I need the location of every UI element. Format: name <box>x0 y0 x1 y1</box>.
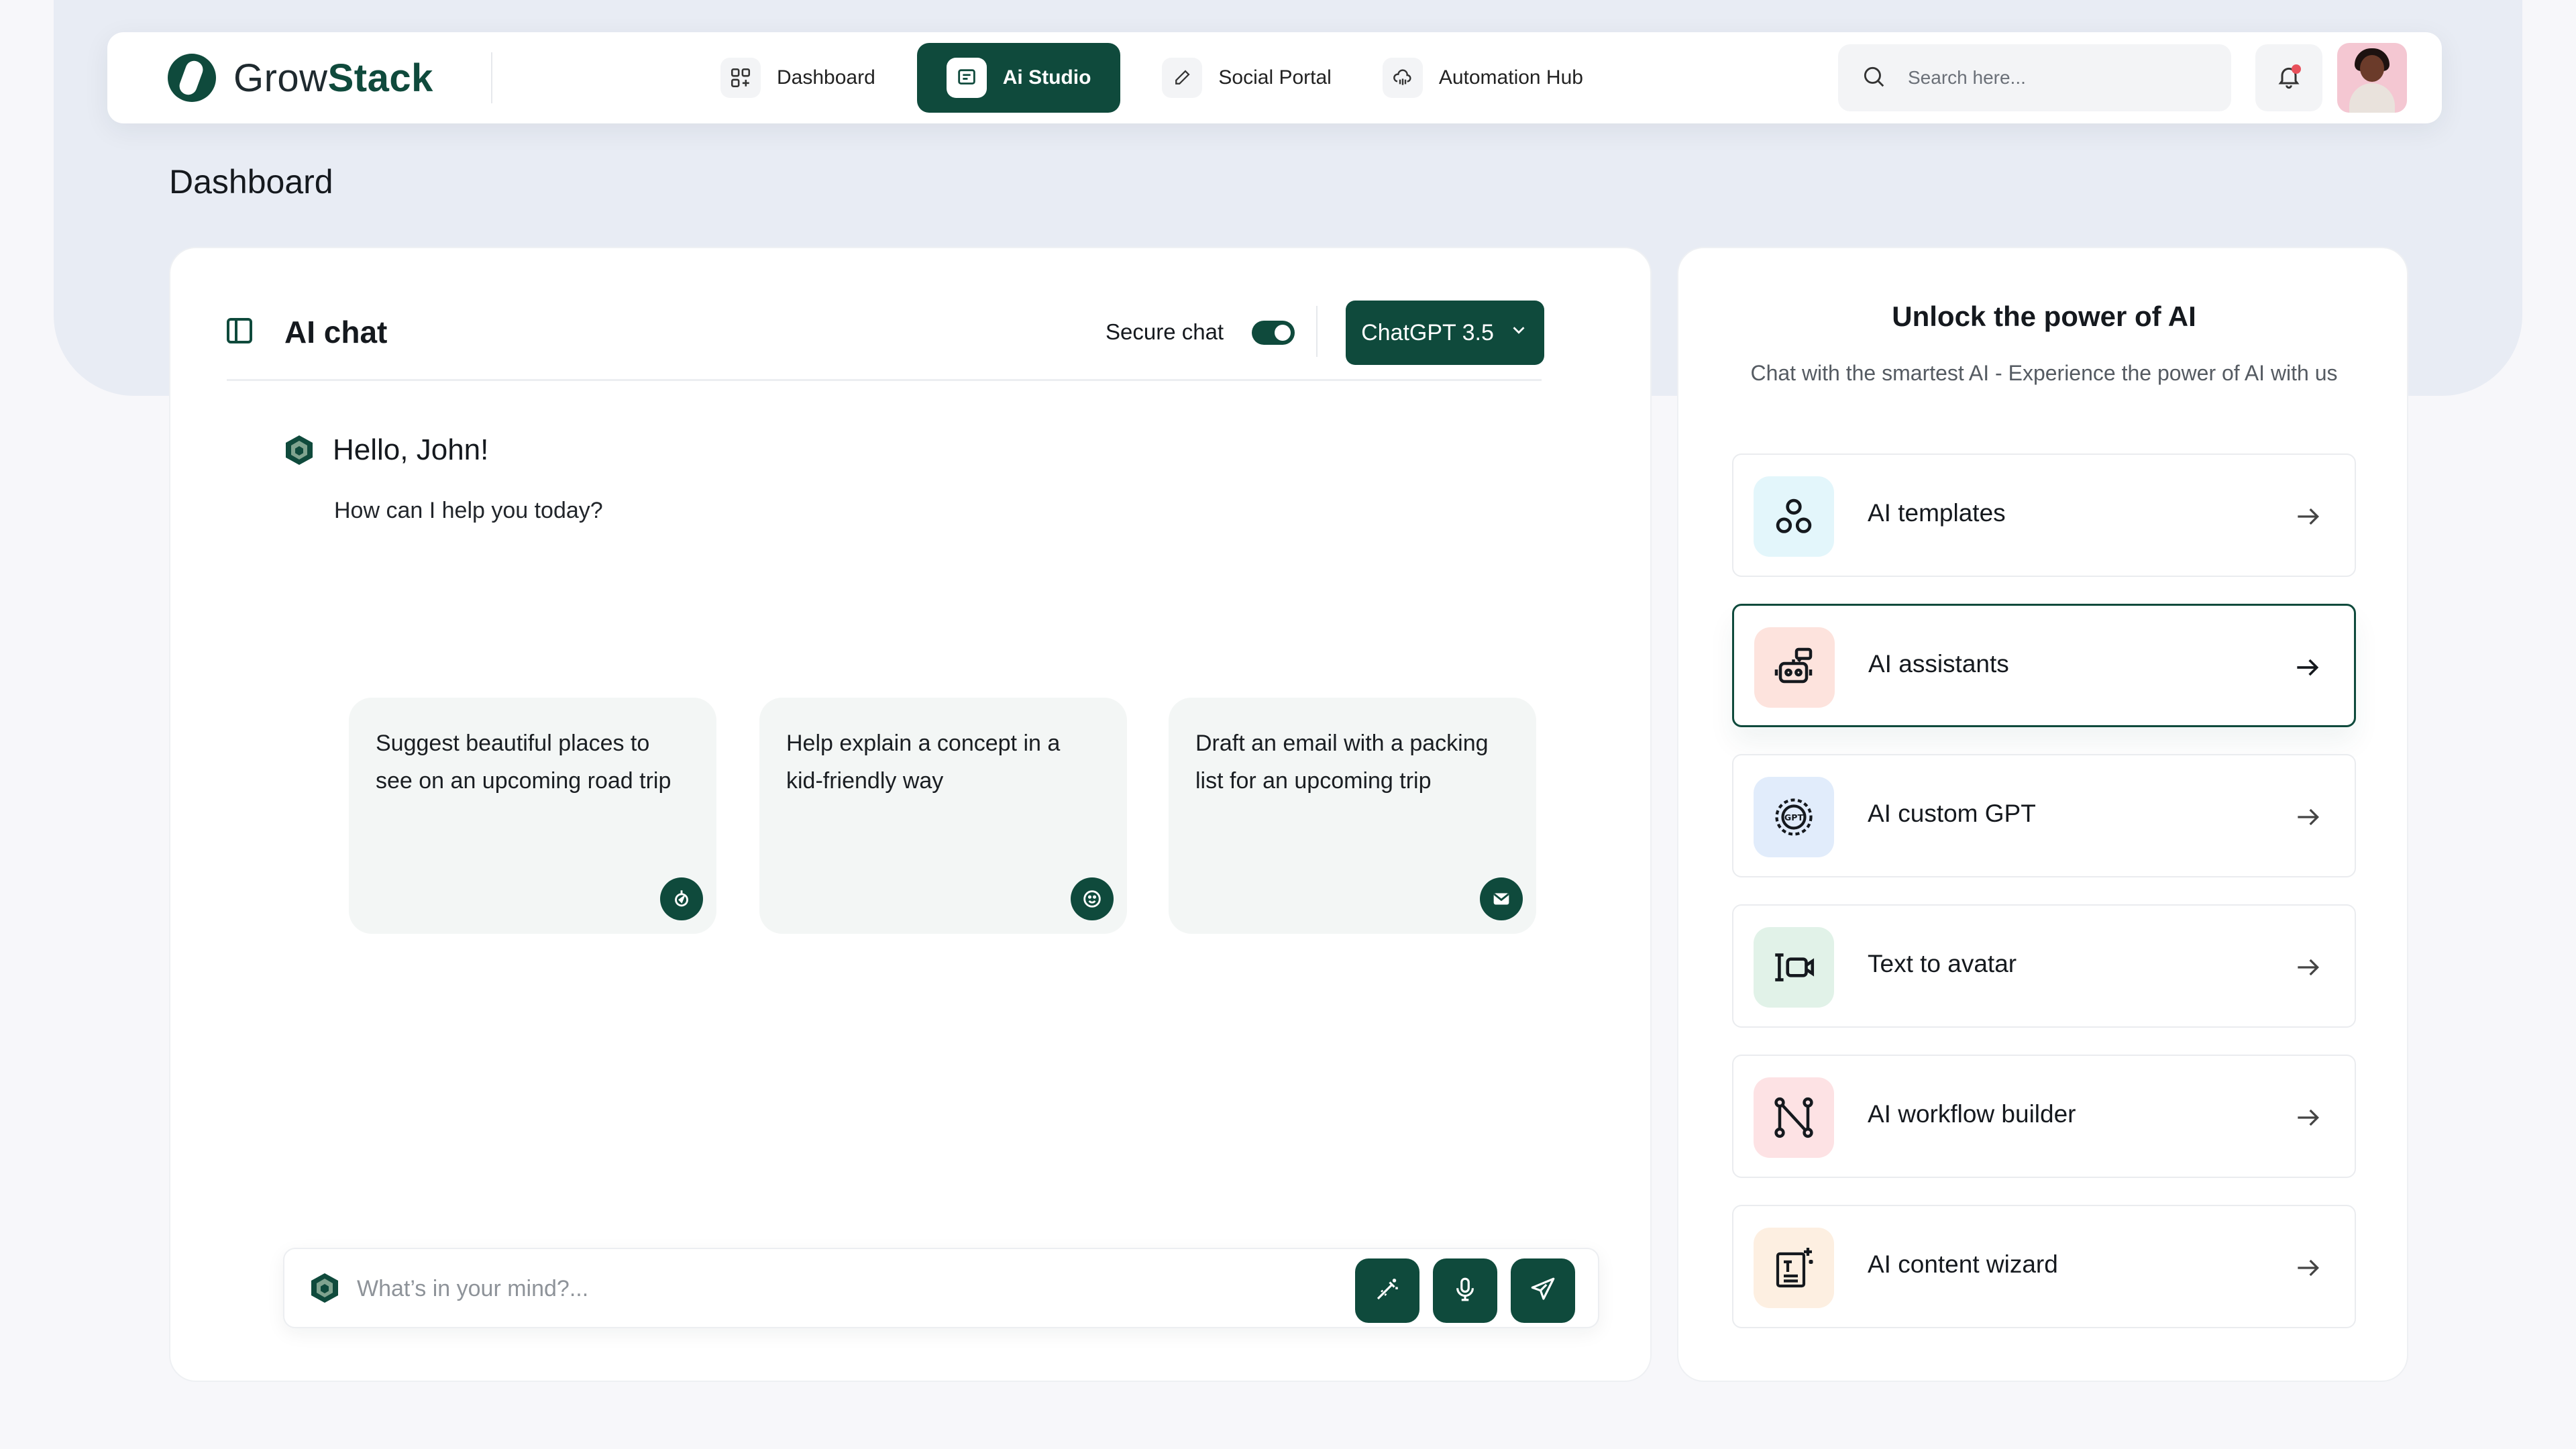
workflow-icon <box>1754 1077 1834 1158</box>
tool-label: Text to avatar <box>1868 950 2017 977</box>
tools-subtitle: Chat with the smartest AI - Experience t… <box>1750 361 2338 385</box>
suggestion-text: Help explain a concept in a kid-friendly… <box>786 731 1061 794</box>
wizard-icon <box>1754 1228 1834 1308</box>
send-icon <box>1529 1275 1557 1307</box>
suggestion-card[interactable]: Suggest beautiful places to see on an up… <box>349 698 716 934</box>
microphone-icon <box>1451 1275 1479 1307</box>
tool-label: AI assistants <box>1868 650 2009 678</box>
brand-name: GrowStack <box>233 56 433 100</box>
robot-icon <box>1754 627 1835 708</box>
nav-item-automation-hub[interactable]: Automation Hub <box>1373 43 1593 113</box>
grid-icon <box>720 58 761 98</box>
search-input[interactable] <box>1908 67 2176 89</box>
brand-logo[interactable]: GrowStack <box>168 54 433 102</box>
tool-ai-assistants[interactable]: AI assistants <box>1732 604 2356 727</box>
chevron-down-icon <box>1509 320 1529 346</box>
top-navbar: GrowStack Dashboard Ai Studio Social Por… <box>107 32 2442 123</box>
magic-wand-icon <box>1373 1275 1401 1307</box>
search-box[interactable] <box>1838 44 2231 111</box>
magic-wand-button[interactable] <box>1355 1258 1419 1323</box>
nav-divider <box>491 52 492 103</box>
nav-item-label: Dashboard <box>777 66 875 89</box>
notification-button[interactable] <box>2255 44 2322 111</box>
user-avatar[interactable] <box>2337 43 2407 113</box>
chat-title: AI chat <box>284 315 388 350</box>
logo-icon <box>168 54 216 102</box>
svg-text:GPT: GPT <box>1784 812 1804 822</box>
suggestion-text: Suggest beautiful places to see on an up… <box>376 731 672 794</box>
tool-label: AI content wizard <box>1868 1250 2058 1278</box>
model-select-button[interactable]: ChatGPT 3.5 <box>1346 301 1544 365</box>
avatar-body <box>2349 83 2395 113</box>
greeting: Hello, John! <box>283 433 488 467</box>
secure-chat-toggle[interactable] <box>1252 321 1295 345</box>
tools-title: Unlock the power of AI <box>1892 301 2196 332</box>
assistant-logo-icon <box>286 435 313 465</box>
cloud-icon <box>1382 58 1423 98</box>
nav-item-social-portal[interactable]: Social Portal <box>1152 43 1340 113</box>
tool-ai-custom-gpt[interactable]: GPT AI custom GPT <box>1732 754 2356 877</box>
nav-menu: Dashboard Ai Studio Social Portal Automa… <box>711 43 1593 113</box>
secure-chat-label: Secure chat <box>1106 319 1224 344</box>
greeting-title: Hello, John! <box>333 433 489 466</box>
ai-tools-panel: Unlock the power of AI Chat with the sma… <box>1677 247 2408 1382</box>
nav-item-ai-studio[interactable]: Ai Studio <box>916 43 1121 113</box>
arrow-right-icon <box>2298 508 2320 525</box>
avatar-video-icon <box>1754 927 1834 1008</box>
suggestion-card[interactable]: Help explain a concept in a kid-friendly… <box>759 698 1127 934</box>
search-icon <box>1861 64 1886 93</box>
avatar-head <box>2360 55 2384 82</box>
ai-chat-panel: AI chat Secure chat ChatGPT 3.5 Hello, J… <box>169 247 1652 1382</box>
model-label: ChatGPT 3.5 <box>1361 319 1494 345</box>
pen-icon <box>1162 58 1203 98</box>
notification-dot <box>2292 64 2301 74</box>
arrow-right-icon <box>2298 959 2320 976</box>
compass-icon <box>660 877 703 920</box>
message-input[interactable] <box>357 1272 1296 1305</box>
send-button[interactable] <box>1511 1258 1575 1323</box>
suggestion-text: Draft an email with a packing list for a… <box>1195 731 1489 794</box>
tool-ai-content-wizard[interactable]: AI content wizard <box>1732 1205 2356 1328</box>
greeting-subtitle: How can I help you today? <box>334 498 603 523</box>
page-title: Dashboard <box>169 163 333 201</box>
nav-item-label: Social Portal <box>1218 66 1332 89</box>
templates-icon <box>1754 476 1834 557</box>
tool-label: AI workflow builder <box>1868 1100 2076 1128</box>
microphone-button[interactable] <box>1433 1258 1497 1323</box>
tool-label: AI custom GPT <box>1868 800 2036 827</box>
smile-icon <box>1071 877 1114 920</box>
mail-icon <box>1480 877 1523 920</box>
arrow-right-icon <box>2297 659 2319 676</box>
chat-icon <box>946 58 987 98</box>
nav-item-label: Automation Hub <box>1438 66 1583 89</box>
arrow-right-icon <box>2298 808 2320 826</box>
arrow-right-icon <box>2298 1259 2320 1277</box>
tool-ai-workflow-builder[interactable]: AI workflow builder <box>1732 1055 2356 1178</box>
chat-composer <box>283 1248 1599 1328</box>
nav-item-label: Ai Studio <box>1002 66 1091 89</box>
sidebar-toggle-icon[interactable] <box>227 318 252 343</box>
gpt-icon: GPT <box>1754 777 1834 857</box>
assistant-logo-icon <box>311 1273 338 1303</box>
suggestion-card[interactable]: Draft an email with a packing list for a… <box>1169 698 1536 934</box>
tool-text-to-avatar[interactable]: Text to avatar <box>1732 904 2356 1028</box>
header-divider <box>1316 306 1318 357</box>
arrow-right-icon <box>2298 1109 2320 1126</box>
tool-ai-templates[interactable]: AI templates <box>1732 453 2356 577</box>
nav-item-dashboard[interactable]: Dashboard <box>711 43 885 113</box>
chat-header: AI chat Secure chat ChatGPT 3.5 <box>227 301 1544 381</box>
tool-label: AI templates <box>1868 499 2006 527</box>
